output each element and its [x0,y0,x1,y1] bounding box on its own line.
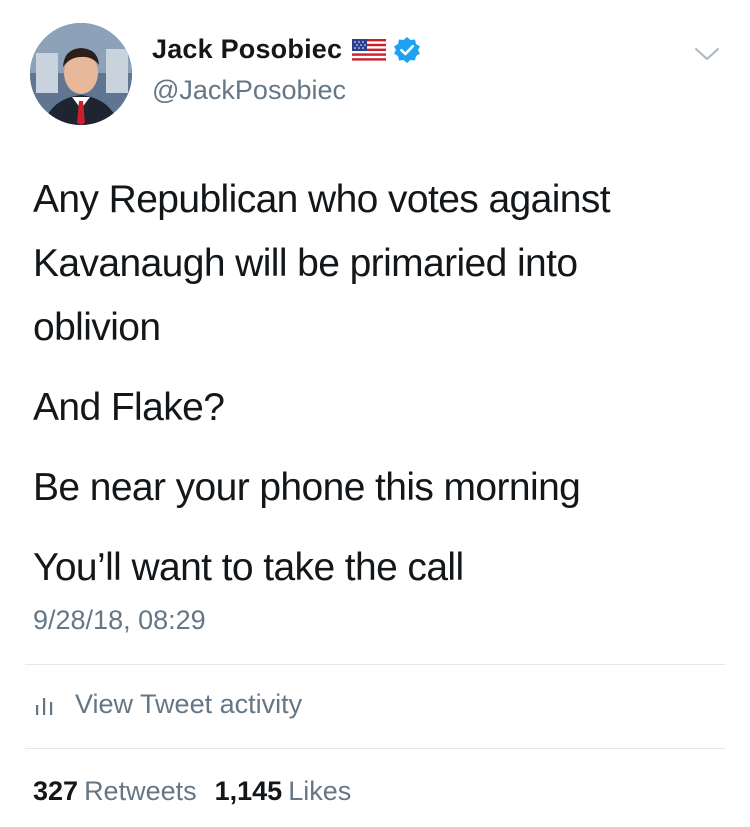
display-name[interactable]: Jack Posobiec [152,34,342,65]
view-tweet-activity-link[interactable]: View Tweet activity [33,689,302,720]
chevron-down-icon[interactable] [692,44,722,64]
likes-count: 1,145 [214,776,283,806]
verified-badge-icon [393,36,421,64]
tweet-paragraph: Any Republican who votes against Kavanau… [33,178,611,349]
tweet-timestamp[interactable]: 9/28/18, 08:29 [33,605,206,636]
name-row: Jack Posobiec [152,34,421,65]
divider [25,664,725,665]
tweet-text: Any Republican who votes against Kavanau… [33,168,733,616]
tweet-stats: 327 Retweets 1,145 Likes [33,776,369,807]
retweets-stat[interactable]: 327 Retweets [33,776,197,807]
profile-photo [30,23,132,125]
retweets-count: 327 [33,776,79,806]
tweet-paragraph: And Flake? [33,386,225,429]
avatar[interactable] [30,23,132,125]
user-handle[interactable]: @JackPosobiec [152,75,346,106]
tweet-paragraph: You’ll want to take the call [33,546,464,589]
likes-stat[interactable]: 1,145 Likes [215,776,352,807]
us-flag-icon [352,38,387,61]
retweets-label: Retweets [84,776,197,806]
likes-label: Likes [288,776,352,806]
view-tweet-activity-label: View Tweet activity [75,689,303,719]
bar-chart-icon [33,694,55,716]
tweet-paragraph: Be near your phone this morning [33,466,581,509]
divider [25,748,725,749]
